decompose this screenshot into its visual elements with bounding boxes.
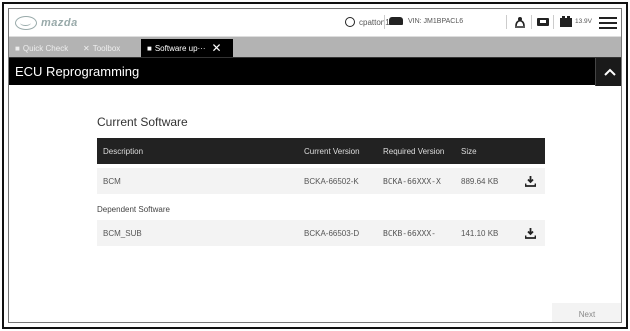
logo-text: mazda bbox=[41, 17, 78, 29]
description-cell: BCM_SUB bbox=[103, 228, 142, 238]
username: cpatton1 bbox=[359, 17, 390, 27]
car-icon: ■ bbox=[15, 43, 20, 53]
divider bbox=[553, 15, 554, 29]
next-button[interactable]: Next bbox=[552, 303, 621, 322]
vehicle-vin: VIN: JM1BPACL6 bbox=[389, 17, 463, 25]
collapse-button[interactable] bbox=[595, 58, 621, 86]
square-icon: ■ bbox=[147, 43, 152, 53]
page-header: ECU Reprogramming bbox=[9, 57, 621, 86]
table-row: BCM_SUB BCKA-66503-D BCKB-66XXX- 141.10 … bbox=[97, 220, 545, 246]
divider bbox=[506, 15, 507, 29]
page-title: ECU Reprogramming bbox=[15, 64, 140, 79]
tab-label: Quick Check bbox=[22, 43, 69, 53]
battery-voltage: 13.9V bbox=[575, 18, 592, 25]
required-version-cell: BCKA-66XXX-X bbox=[383, 176, 441, 186]
column-header: Current Version bbox=[304, 146, 360, 156]
tab-quick-check[interactable]: ■ Quick Check bbox=[9, 39, 75, 57]
required-version-cell: BCKB-66XXX- bbox=[383, 228, 436, 238]
current-version-cell: BCKA-66502-K bbox=[304, 176, 359, 186]
mazda-logo: mazda bbox=[15, 15, 78, 31]
download-icon bbox=[525, 227, 536, 239]
column-header: Size bbox=[461, 146, 477, 156]
description-cell: BCM bbox=[103, 176, 121, 186]
divider bbox=[384, 15, 385, 29]
app-window: mazda cpatton1 VIN: JM1BPACL6 13.9V ■ Qu… bbox=[8, 8, 622, 323]
user-account[interactable]: cpatton1 bbox=[345, 17, 390, 27]
download-button[interactable] bbox=[525, 220, 536, 246]
tools-icon: ✕ bbox=[83, 43, 90, 53]
section-title: Current Software bbox=[97, 115, 188, 129]
download-button[interactable] bbox=[525, 168, 536, 194]
car-icon bbox=[389, 17, 403, 25]
hamburger-menu-icon[interactable] bbox=[599, 17, 617, 29]
column-header: Required Version bbox=[383, 146, 445, 156]
vin-text: VIN: JM1BPACL6 bbox=[408, 17, 464, 25]
tab-bar: ■ Quick Check ✕ Toolbox ■ Software up···… bbox=[9, 37, 621, 57]
device-icon[interactable] bbox=[536, 15, 550, 29]
connection-icon[interactable] bbox=[513, 15, 527, 29]
current-version-cell: BCKA-66503-D bbox=[304, 228, 360, 238]
close-tab-icon[interactable]: ✕ bbox=[212, 41, 222, 55]
table-header: Description Current Version Required Ver… bbox=[97, 138, 545, 164]
tab-toolbox[interactable]: ✕ Toolbox bbox=[77, 39, 139, 57]
battery-icon bbox=[560, 16, 572, 27]
download-icon bbox=[525, 175, 536, 187]
tab-software-update[interactable]: ■ Software up··· ✕ bbox=[141, 39, 233, 57]
user-icon bbox=[345, 17, 355, 27]
top-bar: mazda cpatton1 VIN: JM1BPACL6 13.9V bbox=[9, 9, 621, 37]
chevron-up-icon bbox=[603, 68, 616, 76]
column-header: Description bbox=[103, 146, 144, 156]
mazda-logo-icon bbox=[15, 16, 37, 30]
tab-label: Software up··· bbox=[154, 43, 206, 53]
size-cell: 889.64 KB bbox=[461, 176, 499, 186]
tab-label: Toolbox bbox=[92, 43, 121, 53]
divider bbox=[531, 15, 532, 29]
dependent-software-label: Dependent Software bbox=[97, 205, 170, 214]
table-row: BCM BCKA-66502-K BCKA-66XXX-X 889.64 KB bbox=[97, 168, 545, 194]
size-cell: 141.10 KB bbox=[461, 228, 499, 238]
window-frame: mazda cpatton1 VIN: JM1BPACL6 13.9V ■ Qu… bbox=[2, 2, 628, 329]
